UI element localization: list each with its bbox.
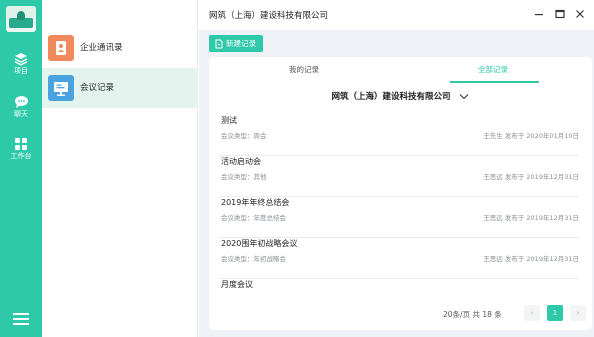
record-type: 会议类型：年度总结会 <box>221 214 286 222</box>
grid-icon <box>15 138 27 150</box>
record-meta: 王思远 发布于 2019年12月31日 <box>483 214 579 222</box>
sidebar-item-label: 会议记录 <box>80 83 115 93</box>
chat-icon <box>14 96 28 108</box>
record-row[interactable]: 活动启动会 会议类型：其他 王思远 发布于 2019年12月31日 <box>219 156 579 197</box>
sidebar-item-label: 企业通讯录 <box>80 43 123 53</box>
company-selector[interactable]: 网筑（上海）建设科技有限公司 <box>209 90 592 102</box>
new-record-button[interactable]: 新建记录 <box>209 35 263 52</box>
rail-item-label: 项目 <box>14 67 28 75</box>
app-window: 项目 聊天 工作台 企业通讯录 会议记录 网筑（上海）建设科技有限公司 新建记录… <box>0 0 594 337</box>
new-record-label: 新建记录 <box>226 39 256 48</box>
main-area: 网筑（上海）建设科技有限公司 新建记录 我的记录 全部记录 网筑（上海）建设科技… <box>199 0 594 337</box>
record-meta: 王思远 发布于 2019年12月31日 <box>483 255 579 263</box>
title-bar: 网筑（上海）建设科技有限公司 <box>199 0 594 30</box>
record-type: 会议类型：周会 <box>221 132 267 140</box>
tab-my-records[interactable]: 我的记录 <box>289 64 319 75</box>
rail-item-label: 工作台 <box>10 152 32 160</box>
new-record-icon <box>215 39 223 48</box>
rail-item-chat[interactable]: 聊天 <box>0 95 42 119</box>
maximize-icon[interactable] <box>553 7 567 21</box>
tab-all-records[interactable]: 全部记录 <box>478 64 508 75</box>
rail-item-workbench[interactable]: 工作台 <box>0 137 42 161</box>
chevron-down-icon <box>460 94 469 100</box>
record-title: 月度会议 <box>221 280 253 289</box>
record-type: 会议类型：其他 <box>221 173 267 181</box>
record-meta: 王思远 发布于 2019年12月31日 <box>483 173 579 181</box>
sidebar-item-contacts[interactable]: 企业通讯录 <box>42 28 198 68</box>
record-row[interactable]: 2020围年初战略会议 会议类型：年初战略会 王思远 发布于 2019年12月3… <box>219 238 579 279</box>
record-row[interactable]: 2019年年终总结会 会议类型：年度总结会 王思远 发布于 2019年12月31… <box>219 197 579 238</box>
rail-item-label: 聊天 <box>14 110 28 118</box>
record-meta: 王先生 发布于 2020年01月10日 <box>483 132 579 140</box>
rail-item-projects[interactable]: 项目 <box>0 52 42 76</box>
minimize-icon[interactable] <box>532 7 546 21</box>
next-page-button[interactable]: › <box>570 305 586 321</box>
close-icon[interactable] <box>573 7 587 21</box>
meeting-icon <box>48 75 74 101</box>
record-row[interactable]: 月度会议 <box>219 279 579 299</box>
record-title: 2019年年终总结会 <box>221 198 290 207</box>
record-type: 会议类型：年初战略会 <box>221 255 286 263</box>
page-button-current[interactable]: 1 <box>547 305 563 321</box>
sidebar: 企业通讯录 会议记录 <box>42 0 198 337</box>
contacts-icon <box>48 35 74 61</box>
record-title: 2020围年初战略会议 <box>221 239 298 248</box>
record-title: 测试 <box>221 116 237 125</box>
layers-icon <box>14 53 28 66</box>
records-panel: 我的记录 全部记录 网筑（上海）建设科技有限公司 测试 会议类型：周会 王先生 … <box>209 57 592 330</box>
prev-page-button[interactable]: ‹ <box>524 305 540 321</box>
window-title: 网筑（上海）建设科技有限公司 <box>209 11 329 21</box>
sidebar-item-meetings[interactable]: 会议记录 <box>42 68 198 108</box>
company-selector-value: 网筑（上海）建设科技有限公司 <box>331 92 451 102</box>
pagination-info: 20条/页 共 18 条 <box>443 310 502 319</box>
tab-active-indicator <box>450 81 539 83</box>
left-rail: 项目 聊天 工作台 <box>0 0 42 337</box>
menu-icon[interactable] <box>13 313 29 325</box>
app-logo <box>6 6 36 32</box>
record-title: 活动启动会 <box>221 157 261 166</box>
record-row[interactable]: 测试 会议类型：周会 王先生 发布于 2020年01月10日 <box>219 115 579 156</box>
